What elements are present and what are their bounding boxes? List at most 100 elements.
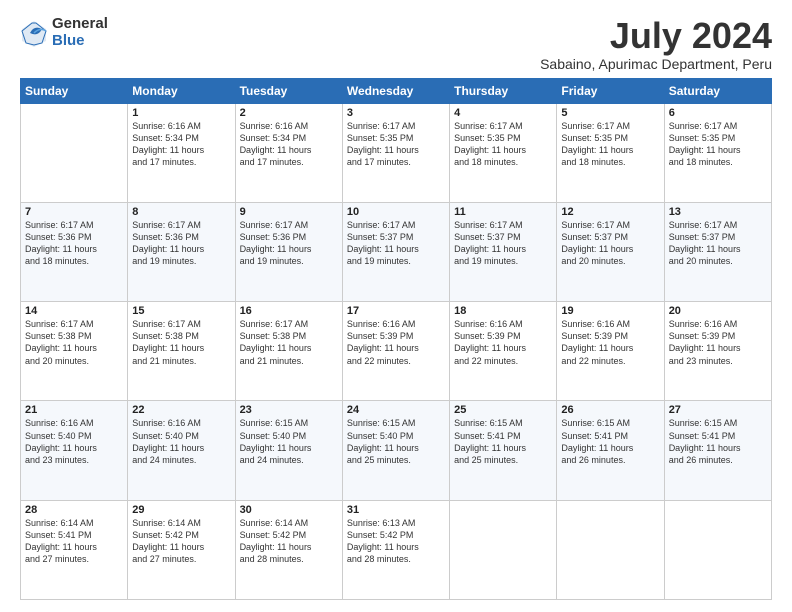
- cell-content: Sunrise: 6:17 AM Sunset: 5:36 PM Dayligh…: [25, 219, 123, 268]
- calendar-cell: 22Sunrise: 6:16 AM Sunset: 5:40 PM Dayli…: [128, 401, 235, 500]
- day-number: 21: [25, 404, 123, 416]
- calendar-cell: 4Sunrise: 6:17 AM Sunset: 5:35 PM Daylig…: [450, 103, 557, 202]
- calendar-cell: 13Sunrise: 6:17 AM Sunset: 5:37 PM Dayli…: [664, 202, 771, 301]
- cell-content: Sunrise: 6:17 AM Sunset: 5:35 PM Dayligh…: [347, 120, 445, 169]
- cell-content: Sunrise: 6:17 AM Sunset: 5:37 PM Dayligh…: [669, 219, 767, 268]
- day-number: 22: [132, 404, 230, 416]
- cell-content: Sunrise: 6:17 AM Sunset: 5:37 PM Dayligh…: [561, 219, 659, 268]
- calendar-cell: 14Sunrise: 6:17 AM Sunset: 5:38 PM Dayli…: [21, 302, 128, 401]
- calendar-cell: 21Sunrise: 6:16 AM Sunset: 5:40 PM Dayli…: [21, 401, 128, 500]
- day-number: 1: [132, 107, 230, 119]
- calendar-cell: 18Sunrise: 6:16 AM Sunset: 5:39 PM Dayli…: [450, 302, 557, 401]
- day-number: 5: [561, 107, 659, 119]
- calendar-cell: 9Sunrise: 6:17 AM Sunset: 5:36 PM Daylig…: [235, 202, 342, 301]
- cell-content: Sunrise: 6:14 AM Sunset: 5:41 PM Dayligh…: [25, 517, 123, 566]
- page-header: General Blue July 2024 Sabaino, Apurimac…: [20, 16, 772, 72]
- day-number: 20: [669, 305, 767, 317]
- cell-content: Sunrise: 6:14 AM Sunset: 5:42 PM Dayligh…: [132, 517, 230, 566]
- weekday-header-row: SundayMondayTuesdayWednesdayThursdayFrid…: [21, 78, 772, 103]
- cell-content: Sunrise: 6:16 AM Sunset: 5:39 PM Dayligh…: [347, 318, 445, 367]
- calendar-cell: 30Sunrise: 6:14 AM Sunset: 5:42 PM Dayli…: [235, 500, 342, 599]
- title-block: July 2024 Sabaino, Apurimac Department, …: [540, 16, 772, 72]
- calendar-cell: 1Sunrise: 6:16 AM Sunset: 5:34 PM Daylig…: [128, 103, 235, 202]
- day-number: 4: [454, 107, 552, 119]
- cell-content: Sunrise: 6:16 AM Sunset: 5:34 PM Dayligh…: [240, 120, 338, 169]
- cell-content: Sunrise: 6:15 AM Sunset: 5:41 PM Dayligh…: [669, 417, 767, 466]
- logo-blue: Blue: [52, 33, 108, 50]
- weekday-header-friday: Friday: [557, 78, 664, 103]
- month-title: July 2024: [540, 16, 772, 56]
- cell-content: Sunrise: 6:16 AM Sunset: 5:34 PM Dayligh…: [132, 120, 230, 169]
- weekday-header-sunday: Sunday: [21, 78, 128, 103]
- day-number: 14: [25, 305, 123, 317]
- logo-icon: [20, 19, 48, 47]
- day-number: 9: [240, 206, 338, 218]
- calendar-cell: 25Sunrise: 6:15 AM Sunset: 5:41 PM Dayli…: [450, 401, 557, 500]
- calendar-cell: [21, 103, 128, 202]
- calendar-cell: [557, 500, 664, 599]
- cell-content: Sunrise: 6:16 AM Sunset: 5:39 PM Dayligh…: [454, 318, 552, 367]
- logo: General Blue: [20, 16, 108, 49]
- day-number: 11: [454, 206, 552, 218]
- cell-content: Sunrise: 6:17 AM Sunset: 5:36 PM Dayligh…: [240, 219, 338, 268]
- cell-content: Sunrise: 6:16 AM Sunset: 5:39 PM Dayligh…: [669, 318, 767, 367]
- weekday-header-wednesday: Wednesday: [342, 78, 449, 103]
- day-number: 13: [669, 206, 767, 218]
- cell-content: Sunrise: 6:17 AM Sunset: 5:38 PM Dayligh…: [132, 318, 230, 367]
- calendar-week-1: 7Sunrise: 6:17 AM Sunset: 5:36 PM Daylig…: [21, 202, 772, 301]
- day-number: 19: [561, 305, 659, 317]
- logo-text: General Blue: [52, 16, 108, 49]
- cell-content: Sunrise: 6:17 AM Sunset: 5:36 PM Dayligh…: [132, 219, 230, 268]
- day-number: 26: [561, 404, 659, 416]
- cell-content: Sunrise: 6:15 AM Sunset: 5:41 PM Dayligh…: [561, 417, 659, 466]
- cell-content: Sunrise: 6:17 AM Sunset: 5:35 PM Dayligh…: [454, 120, 552, 169]
- calendar-week-2: 14Sunrise: 6:17 AM Sunset: 5:38 PM Dayli…: [21, 302, 772, 401]
- cell-content: Sunrise: 6:17 AM Sunset: 5:37 PM Dayligh…: [454, 219, 552, 268]
- calendar-cell: 5Sunrise: 6:17 AM Sunset: 5:35 PM Daylig…: [557, 103, 664, 202]
- day-number: 24: [347, 404, 445, 416]
- day-number: 30: [240, 504, 338, 516]
- calendar-cell: 15Sunrise: 6:17 AM Sunset: 5:38 PM Dayli…: [128, 302, 235, 401]
- day-number: 25: [454, 404, 552, 416]
- calendar-cell: 26Sunrise: 6:15 AM Sunset: 5:41 PM Dayli…: [557, 401, 664, 500]
- cell-content: Sunrise: 6:17 AM Sunset: 5:35 PM Dayligh…: [669, 120, 767, 169]
- logo-general: General: [52, 16, 108, 33]
- calendar-cell: 27Sunrise: 6:15 AM Sunset: 5:41 PM Dayli…: [664, 401, 771, 500]
- day-number: 3: [347, 107, 445, 119]
- cell-content: Sunrise: 6:15 AM Sunset: 5:40 PM Dayligh…: [240, 417, 338, 466]
- day-number: 28: [25, 504, 123, 516]
- cell-content: Sunrise: 6:16 AM Sunset: 5:40 PM Dayligh…: [132, 417, 230, 466]
- calendar-cell: 10Sunrise: 6:17 AM Sunset: 5:37 PM Dayli…: [342, 202, 449, 301]
- calendar-cell: 19Sunrise: 6:16 AM Sunset: 5:39 PM Dayli…: [557, 302, 664, 401]
- day-number: 6: [669, 107, 767, 119]
- calendar-cell: 24Sunrise: 6:15 AM Sunset: 5:40 PM Dayli…: [342, 401, 449, 500]
- cell-content: Sunrise: 6:17 AM Sunset: 5:38 PM Dayligh…: [240, 318, 338, 367]
- cell-content: Sunrise: 6:16 AM Sunset: 5:40 PM Dayligh…: [25, 417, 123, 466]
- day-number: 18: [454, 305, 552, 317]
- calendar-cell: 16Sunrise: 6:17 AM Sunset: 5:38 PM Dayli…: [235, 302, 342, 401]
- calendar-cell: 28Sunrise: 6:14 AM Sunset: 5:41 PM Dayli…: [21, 500, 128, 599]
- calendar-cell: 8Sunrise: 6:17 AM Sunset: 5:36 PM Daylig…: [128, 202, 235, 301]
- calendar-cell: [450, 500, 557, 599]
- calendar-cell: 17Sunrise: 6:16 AM Sunset: 5:39 PM Dayli…: [342, 302, 449, 401]
- cell-content: Sunrise: 6:16 AM Sunset: 5:39 PM Dayligh…: [561, 318, 659, 367]
- cell-content: Sunrise: 6:17 AM Sunset: 5:38 PM Dayligh…: [25, 318, 123, 367]
- day-number: 17: [347, 305, 445, 317]
- calendar-cell: 2Sunrise: 6:16 AM Sunset: 5:34 PM Daylig…: [235, 103, 342, 202]
- weekday-header-tuesday: Tuesday: [235, 78, 342, 103]
- weekday-header-monday: Monday: [128, 78, 235, 103]
- weekday-header-thursday: Thursday: [450, 78, 557, 103]
- day-number: 15: [132, 305, 230, 317]
- calendar-cell: 6Sunrise: 6:17 AM Sunset: 5:35 PM Daylig…: [664, 103, 771, 202]
- cell-content: Sunrise: 6:14 AM Sunset: 5:42 PM Dayligh…: [240, 517, 338, 566]
- day-number: 8: [132, 206, 230, 218]
- calendar-cell: 23Sunrise: 6:15 AM Sunset: 5:40 PM Dayli…: [235, 401, 342, 500]
- day-number: 10: [347, 206, 445, 218]
- calendar-cell: [664, 500, 771, 599]
- day-number: 31: [347, 504, 445, 516]
- calendar-cell: 31Sunrise: 6:13 AM Sunset: 5:42 PM Dayli…: [342, 500, 449, 599]
- day-number: 23: [240, 404, 338, 416]
- calendar-cell: 12Sunrise: 6:17 AM Sunset: 5:37 PM Dayli…: [557, 202, 664, 301]
- cell-content: Sunrise: 6:17 AM Sunset: 5:37 PM Dayligh…: [347, 219, 445, 268]
- cell-content: Sunrise: 6:15 AM Sunset: 5:41 PM Dayligh…: [454, 417, 552, 466]
